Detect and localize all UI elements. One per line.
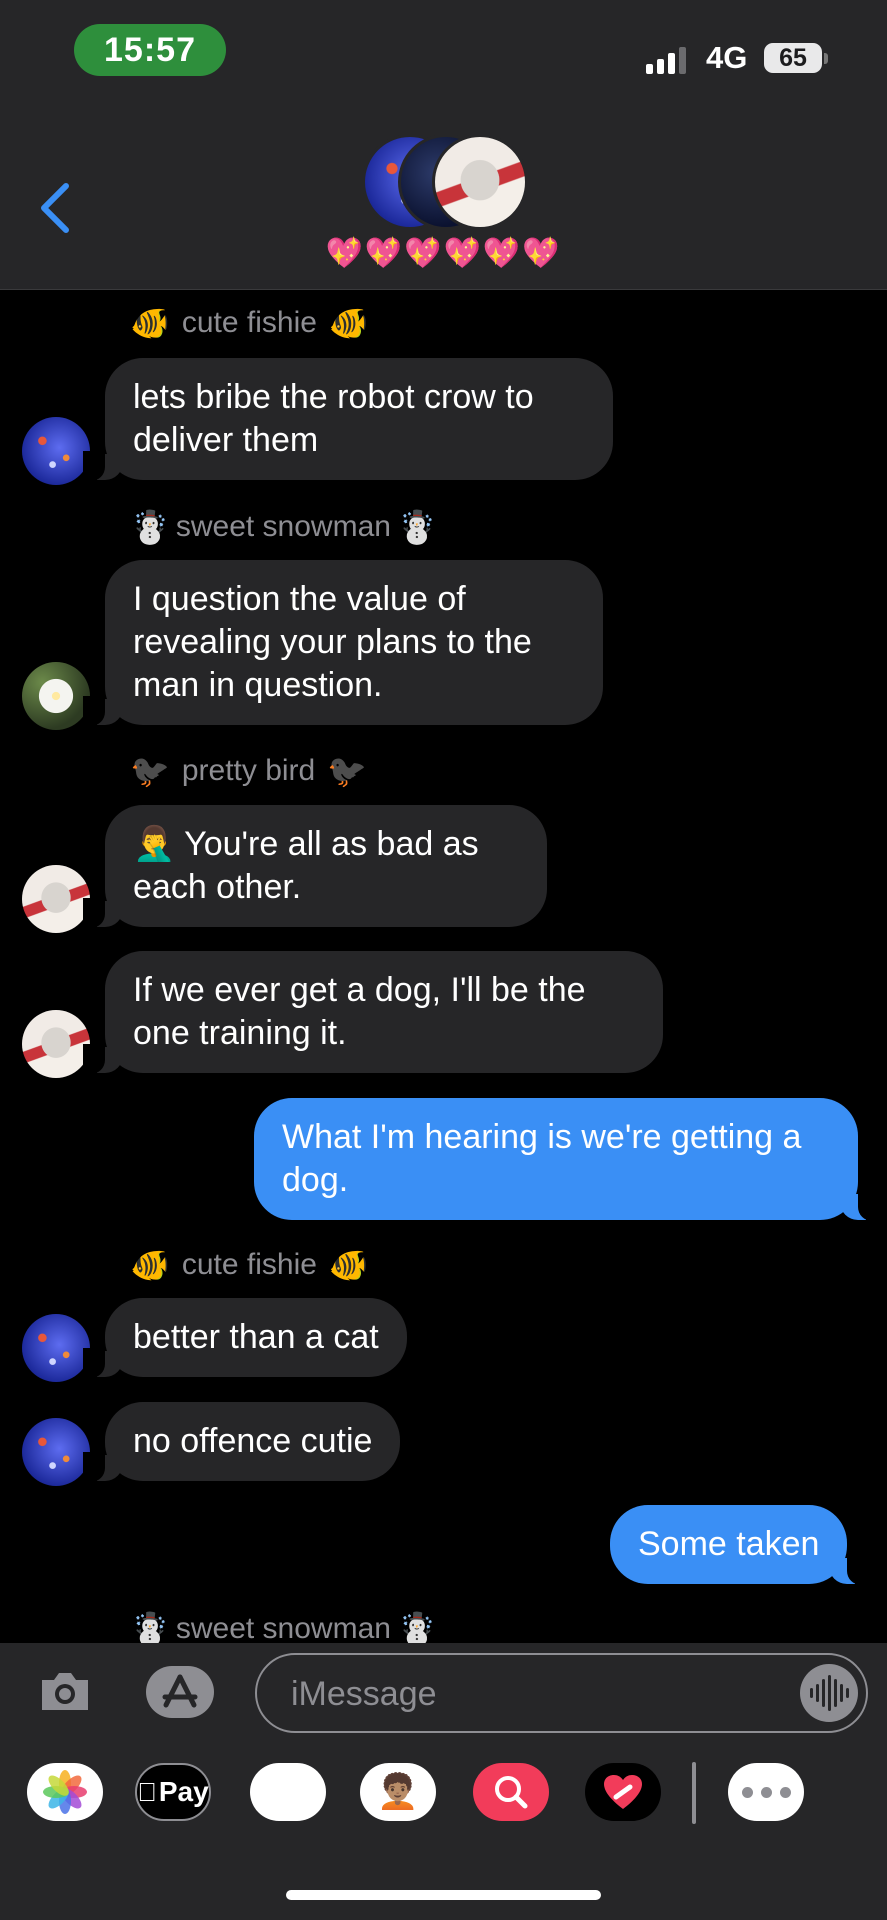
status-time: 15:57 — [74, 24, 226, 76]
message-input[interactable] — [291, 1673, 731, 1715]
group-avatar — [432, 134, 528, 230]
bird-icon: 🐦‍⬛ — [327, 753, 368, 789]
divider — [692, 1762, 696, 1824]
message-input-field[interactable] — [255, 1653, 868, 1733]
avatar[interactable] — [22, 1418, 90, 1486]
message-bubble[interactable]: 🤦‍♂️ You're all as bad as each other. — [83, 805, 547, 928]
message-bubble-outgoing[interactable]: Some taken — [610, 1505, 870, 1585]
sender-name: sweet snowman — [175, 510, 391, 543]
dictation-icon[interactable] — [800, 1664, 858, 1722]
sender-label: 🐠 cute fishie 🐠 — [130, 1246, 369, 1284]
fish-icon: 🐠 — [328, 1247, 369, 1283]
message-bubble[interactable]: no offence cutie — [82, 1402, 401, 1482]
more-icon[interactable] — [728, 1763, 804, 1821]
sender-label: ☃️ sweet snowman ☃️ — [130, 508, 437, 546]
back-chevron-icon[interactable] — [36, 180, 76, 236]
bird-icon: 🐦‍⬛ — [130, 753, 170, 789]
message-bubble[interactable]: lets bribe the robot crow to deliver the… — [83, 358, 613, 481]
avatar[interactable] — [22, 417, 90, 485]
fish-icon: 🐠 — [328, 305, 369, 341]
sender-name: sweet snowman — [175, 1612, 391, 1645]
avatar[interactable] — [22, 1010, 90, 1078]
cellular-signal-icon — [646, 44, 686, 74]
battery-icon: 65 — [764, 43, 822, 73]
message-bubble[interactable]: If we ever get a dog, I'll be the one tr… — [83, 951, 663, 1074]
battery-nub — [824, 53, 828, 64]
avatar[interactable] — [22, 865, 90, 933]
sender-name: cute fishie — [181, 1248, 317, 1281]
apple-pay-icon[interactable]: Pay — [135, 1763, 211, 1821]
memoji-stickers-icon[interactable]: 🧑🏽‍🦱 — [360, 1763, 436, 1821]
sender-label: 🐠 cute fishie 🐠 — [130, 304, 369, 342]
search-icon[interactable] — [473, 1763, 549, 1821]
apple-pay-label: Pay — [149, 1776, 209, 1807]
snowman-icon: ☃️ — [130, 509, 170, 545]
snowman-icon: ☃️ — [396, 509, 437, 545]
fish-icon: 🐠 — [130, 305, 170, 341]
message-bubble[interactable]: better than a cat — [83, 1298, 407, 1378]
message-bubble[interactable]: I question the value of revealing your p… — [83, 560, 603, 726]
memoji-icon[interactable]: 🐵 — [250, 1763, 326, 1821]
avatar[interactable] — [22, 662, 90, 730]
sender-name: cute fishie — [181, 306, 317, 339]
message-bubble-outgoing[interactable]: What I'm hearing is we're getting a dog. — [254, 1098, 880, 1221]
fish-icon: 🐠 — [130, 1247, 170, 1283]
sender-label: 🐦‍⬛ pretty bird 🐦‍⬛ — [130, 752, 367, 790]
group-name[interactable]: 💖💖💖💖💖💖 — [0, 236, 887, 271]
camera-icon[interactable] — [38, 1668, 92, 1714]
group-avatar-stack[interactable] — [362, 134, 532, 230]
app-store-icon[interactable] — [146, 1666, 214, 1718]
avatar[interactable] — [22, 1314, 90, 1382]
sender-name: pretty bird — [181, 754, 316, 787]
fitness-icon[interactable] — [585, 1763, 661, 1821]
network-type: 4G — [706, 40, 748, 75]
home-indicator[interactable] — [286, 1890, 601, 1900]
photos-icon[interactable] — [27, 1763, 103, 1821]
